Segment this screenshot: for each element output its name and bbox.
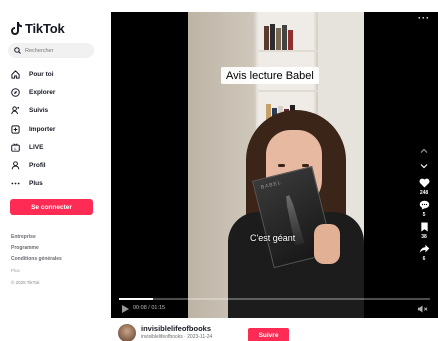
bookmark-icon (420, 222, 428, 232)
video-caption: Avis lecture Babel (221, 67, 319, 84)
sidebar-item-explore[interactable]: Explorer (11, 83, 55, 101)
video-frame: BABEL (188, 12, 364, 318)
live-icon: L (11, 143, 20, 152)
sidebar-item-more[interactable]: Plus (11, 175, 55, 193)
sidebar-nav: Pour toi Explorer Suivis Importer L LIVE (11, 65, 55, 193)
bookmark-button[interactable]: 38 (420, 222, 429, 240)
svg-text:L: L (15, 147, 17, 151)
progress-bar[interactable] (119, 298, 430, 300)
sidebar: TikTok Pour toi Explorer Suivis (0, 0, 110, 341)
sidebar-item-for-you[interactable]: Pour toi (11, 65, 55, 83)
share-count: 6 (422, 256, 426, 262)
sidebar-item-label: Explorer (29, 88, 56, 96)
footer-link-company[interactable]: Entreprise (11, 234, 62, 245)
share-button[interactable]: 6 (419, 244, 430, 262)
share-icon (419, 244, 429, 254)
avatar[interactable] (118, 324, 136, 341)
copyright: © 2025 TikTok (11, 280, 40, 286)
sidebar-item-live[interactable]: L LIVE (11, 138, 55, 156)
author-info: invisiblelifeofbooks invisiblelifeofbook… (118, 324, 212, 341)
more-options-icon[interactable]: ··· (418, 13, 430, 23)
footer-link-program[interactable]: Programme (11, 245, 62, 256)
video-overlay-text: C'est géant (250, 233, 296, 243)
bookmark-count: 38 (421, 234, 427, 240)
sidebar-item-upload[interactable]: Importer (11, 120, 55, 138)
chevron-up-icon[interactable] (419, 146, 429, 156)
play-icon[interactable] (120, 304, 130, 314)
volume-muted-icon[interactable] (417, 304, 428, 314)
action-bar: 248 5 38 6 (414, 178, 434, 266)
login-button[interactable]: Se connecter (10, 199, 93, 215)
logo-text: TikTok (25, 21, 65, 36)
video-player[interactable]: BABEL (111, 12, 438, 318)
search-icon (14, 47, 21, 54)
comment-button[interactable]: 5 (419, 200, 430, 218)
sidebar-item-label: Suivis (29, 107, 49, 115)
upload-icon (11, 124, 20, 134)
video-controls: 00:08 / 01:15 (111, 298, 438, 318)
progress-fill (119, 298, 154, 300)
follow-button[interactable]: Suivre (248, 328, 289, 341)
author-subline: invisiblelifeofbooks · 2023-11-24 (141, 334, 213, 340)
sidebar-item-label: Pour toi (29, 70, 54, 78)
author-username[interactable]: invisiblelifeofbooks (141, 324, 212, 333)
playback-time: 00:08 / 01:15 (133, 305, 166, 311)
footer-link-more[interactable]: Plus (11, 268, 62, 278)
compass-icon (11, 88, 20, 97)
like-count: 248 (419, 190, 429, 196)
sidebar-item-label: Importer (29, 125, 56, 133)
footer-link-terms[interactable]: Conditions générales (11, 256, 62, 267)
book-title: BABEL (260, 179, 283, 191)
users-icon (11, 106, 20, 115)
tiktok-logo[interactable]: TikTok (11, 21, 65, 36)
sidebar-item-label: LIVE (29, 143, 44, 151)
person-hand (314, 224, 340, 264)
heart-icon (419, 178, 429, 188)
chevron-down-icon[interactable] (419, 161, 429, 171)
sidebar-item-profile[interactable]: Profil (11, 156, 55, 174)
profile-icon (11, 161, 20, 170)
sidebar-item-following[interactable]: Suivis (11, 102, 55, 120)
search-input[interactable] (25, 47, 93, 54)
search-bar[interactable] (8, 43, 94, 58)
tiktok-note-icon (11, 22, 22, 35)
footer-links: Entreprise Programme Conditions générale… (11, 234, 62, 285)
like-button[interactable]: 248 (419, 178, 430, 196)
home-icon (11, 70, 20, 79)
comment-icon (419, 200, 429, 210)
sidebar-item-label: Profil (29, 162, 46, 170)
more-icon (11, 179, 20, 188)
comment-count: 5 (422, 212, 426, 218)
sidebar-item-label: Plus (29, 180, 43, 188)
